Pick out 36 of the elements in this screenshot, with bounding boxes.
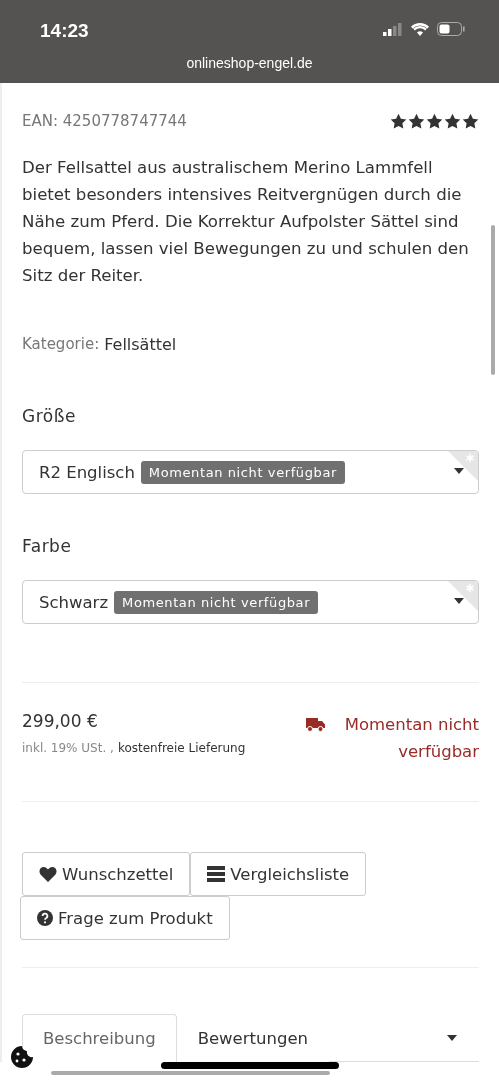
ean-number: EAN: 4250778747744: [22, 112, 187, 130]
signal-icon: [383, 22, 403, 36]
category-link[interactable]: Fellsättel: [104, 335, 177, 354]
wifi-icon: [411, 22, 429, 36]
star-icon: [462, 112, 479, 130]
heart-icon: [39, 866, 57, 882]
availability-badge: Momentan nicht verfügbar: [140, 460, 345, 484]
caret-icon: [454, 598, 464, 604]
product-description: Der Fellsattel aus australischem Merino Lammfell bietet besonders intensives Reitvergnügen durch die Nähe zum Pferd. Die Korrektur Aufpolster Sättel sind bequem, lassen viel Bewegungen zu und schulen den Sitz der Reiter.: [22, 157, 470, 287]
category-label: Kategorie:: [22, 335, 100, 354]
clock-time: 14:23: [40, 20, 89, 42]
star-icon: [408, 112, 425, 130]
option-select[interactable]: Schwarz Momentan nicht verfügbar: [22, 580, 479, 624]
star-icon: [426, 112, 443, 130]
price: 299,00 €: [22, 711, 99, 731]
truck-icon: [306, 717, 325, 732]
option-label: Größe: [22, 406, 77, 426]
availability-badge: Momentan nicht verfügbar: [114, 590, 319, 614]
caret-icon: [454, 468, 464, 474]
option-label: Farbe: [22, 536, 73, 556]
tax-note: inkl. 19% USt. ,: [22, 741, 114, 755]
option-select[interactable]: R2 Englisch Momentan nicht verfügbar: [22, 450, 479, 494]
page-url[interactable]: onlineshop-engel.de: [169, 55, 330, 71]
caret-icon[interactable]: [447, 1035, 457, 1041]
cookie-icon[interactable]: [11, 1046, 33, 1068]
star-icon: [444, 112, 461, 130]
battery-icon: [437, 22, 465, 36]
star-icon: [390, 112, 407, 130]
shipping-link[interactable]: kostenfreie Lieferung: [117, 741, 246, 755]
compare-button[interactable]: Vergleichsliste: [190, 852, 367, 896]
tab[interactable]: Beschreibung: [22, 1014, 177, 1062]
question-icon: [37, 910, 53, 926]
wishlist-button[interactable]: Wunschzettel: [22, 852, 191, 896]
availability-status: Momentan nicht verfügbar: [343, 714, 479, 763]
question-button[interactable]: Frage zum Produkt: [20, 896, 230, 940]
list-icon: [207, 866, 226, 882]
